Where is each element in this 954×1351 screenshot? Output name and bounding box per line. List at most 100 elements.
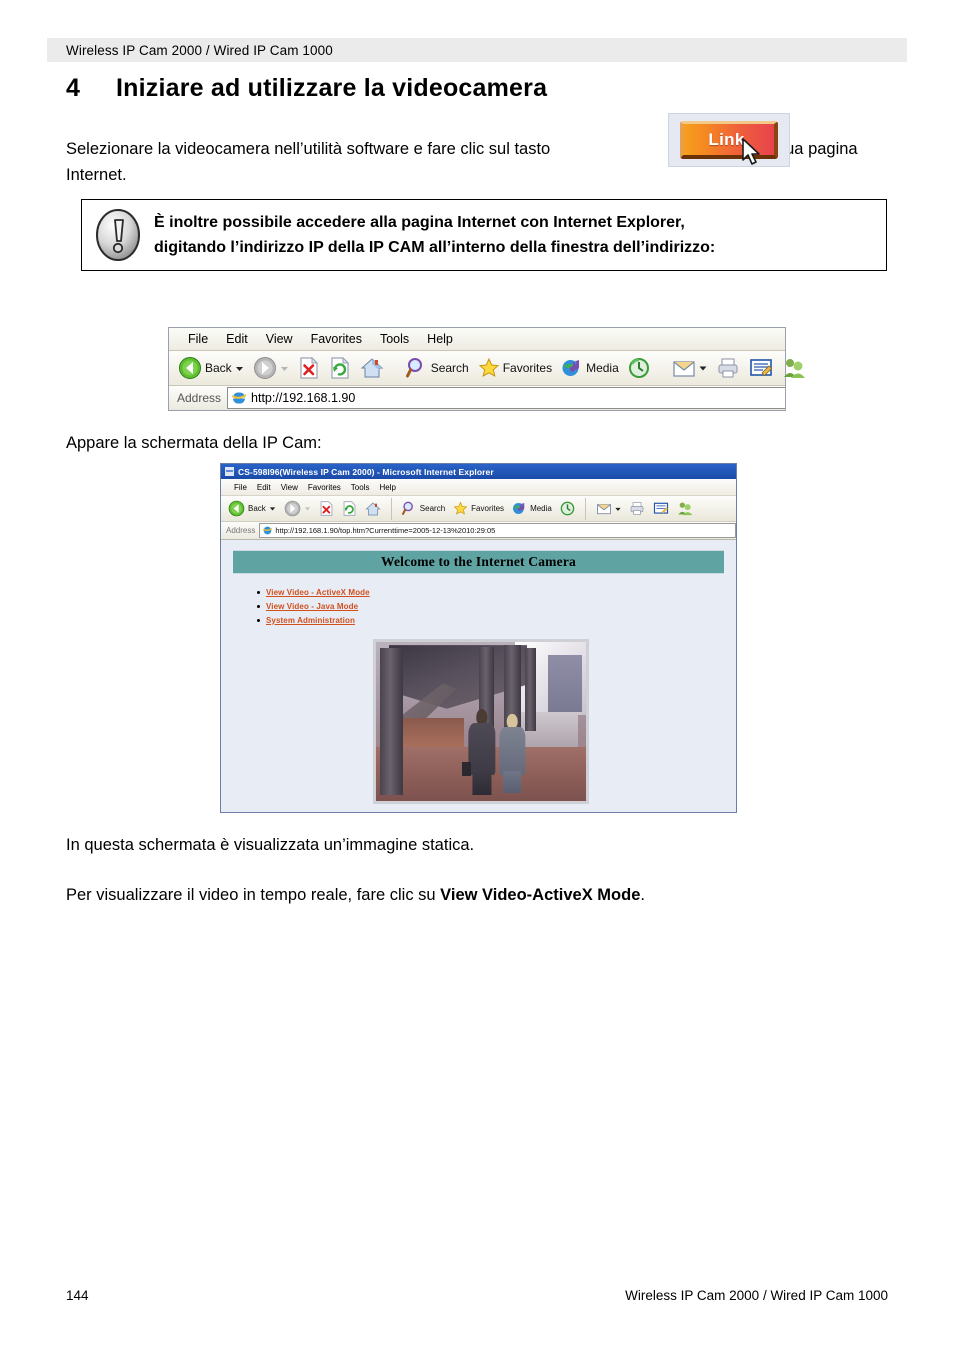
favorites-button[interactable]: Favorites (475, 354, 555, 382)
note-text: È inoltre possibile accedere alla pagina… (154, 210, 723, 260)
photo-pillar (525, 648, 536, 732)
camera-address-bar: Address http://192.168.1.90/top.htm?Curr… (221, 522, 736, 540)
forward-arrow-icon (253, 357, 276, 379)
refresh-icon (343, 501, 356, 516)
forward-button[interactable] (250, 354, 292, 382)
cam-menu-item-view[interactable]: View (276, 483, 303, 492)
link-view-video-java[interactable]: View Video - Java Mode (266, 602, 358, 611)
photo-person-body (499, 727, 526, 775)
cam-refresh-button[interactable] (339, 495, 360, 523)
link-button[interactable]: Link (680, 121, 778, 159)
stop-icon (300, 356, 318, 379)
back-button[interactable]: Back (175, 354, 247, 382)
cam-menu-item-tools[interactable]: Tools (346, 483, 375, 492)
photo-person-woman (499, 713, 526, 794)
cam-forward-button[interactable] (281, 495, 314, 523)
cam-address-value: http://192.168.1.90/top.htm?Currenttime=… (275, 526, 496, 535)
camera-snapshot-image (376, 642, 586, 801)
chapter-title: Iniziare ad utilizzare la videocamera (116, 74, 548, 102)
ie-address-bar: Address http://192.168.1.90 (169, 386, 785, 410)
ie-globe-icon (232, 391, 247, 405)
back-arrow-icon (179, 357, 201, 379)
stop-button[interactable] (295, 354, 323, 382)
media-button[interactable]: Media (558, 354, 622, 382)
link-system-administration[interactable]: System Administration (266, 616, 355, 625)
cam-address-input[interactable]: http://192.168.1.90/top.htm?Currenttime=… (259, 523, 736, 538)
link-view-video-activex[interactable]: View Video - ActiveX Mode (266, 588, 370, 597)
menu-item-view[interactable]: View (257, 332, 302, 346)
history-icon (628, 358, 649, 378)
mail-button[interactable] (669, 354, 710, 382)
cam-history-button[interactable] (557, 495, 578, 523)
ie-menubar: File Edit View Favorites Tools Help (169, 328, 785, 351)
photo-person-legs (472, 770, 492, 795)
ie-globe-icon (263, 526, 273, 535)
note-line-1: È inoltre possibile accedere alla pagina… (154, 214, 685, 231)
cam-favorites-button[interactable]: Favorites (450, 495, 507, 523)
photo-pillar (380, 648, 404, 795)
cam-menu-item-file[interactable]: File (229, 483, 252, 492)
home-button[interactable] (357, 354, 387, 382)
favorites-label: Favorites (502, 361, 553, 375)
cam-menu-item-help[interactable]: Help (374, 483, 400, 492)
cam-menu-item-edit[interactable]: Edit (252, 483, 276, 492)
photo-person-body (468, 723, 496, 775)
messenger-button[interactable] (779, 354, 809, 382)
print-button[interactable] (713, 354, 743, 382)
mouse-cursor-icon (742, 138, 760, 165)
list-item[interactable]: System Administration (257, 616, 722, 625)
search-button[interactable]: Search (403, 354, 472, 382)
edit-button[interactable] (746, 354, 776, 382)
home-icon (360, 358, 383, 378)
realtime-text-after: . (640, 886, 645, 904)
list-item[interactable]: View Video - ActiveX Mode (257, 588, 722, 597)
cam-edit-button[interactable] (650, 495, 672, 523)
list-item[interactable]: View Video - Java Mode (257, 602, 722, 611)
address-value: http://192.168.1.90 (251, 391, 356, 405)
back-label: Back (205, 361, 232, 375)
menu-item-help[interactable]: Help (418, 332, 462, 346)
camera-toolbar: Back Search Favorites Media (221, 496, 736, 522)
exclamation-warning-icon (96, 209, 140, 261)
camera-page-banner: Welcome to the Internet Camera (233, 550, 724, 574)
camera-snapshot (373, 639, 589, 804)
cam-home-button[interactable] (362, 495, 384, 523)
chevron-down-icon (699, 366, 707, 371)
menu-item-tools[interactable]: Tools (371, 332, 418, 346)
appare-paragraph: Appare la schermata della IP Cam: (66, 434, 322, 452)
cam-media-button[interactable]: Media (509, 495, 555, 523)
chevron-down-icon (269, 507, 276, 511)
cam-mail-button[interactable] (593, 495, 624, 523)
bullet-icon (257, 591, 260, 594)
cam-stop-button[interactable] (316, 495, 337, 523)
cam-menu-item-favorites[interactable]: Favorites (303, 483, 346, 492)
page-title: 4 Iniziare ad utilizzare la videocamera (66, 74, 886, 103)
print-icon (718, 358, 738, 378)
camera-menubar: File Edit View Favorites Tools Help (221, 479, 736, 496)
photo-brick-wall (392, 718, 465, 747)
print-icon (630, 502, 644, 515)
cam-toolbar-separator (390, 497, 392, 520)
media-label: Media (586, 361, 619, 375)
camera-page-banner-text: Welcome to the Internet Camera (381, 554, 576, 569)
search-icon (405, 358, 422, 378)
cam-print-button[interactable] (626, 495, 648, 523)
cam-back-button[interactable]: Back (225, 495, 279, 523)
menu-item-file[interactable]: File (179, 332, 217, 346)
address-input[interactable]: http://192.168.1.90 (227, 387, 785, 409)
realtime-paragraph: Per visualizzare il video in tempo reale… (66, 882, 645, 908)
refresh-button[interactable] (326, 354, 354, 382)
forward-arrow-icon (284, 500, 301, 517)
static-image-paragraph: In questa schermata è visualizzata un’im… (66, 836, 475, 854)
cam-messenger-button[interactable] (674, 495, 696, 523)
menu-item-edit[interactable]: Edit (217, 332, 257, 346)
media-icon (562, 360, 580, 376)
camera-page-link-list: View Video - ActiveX Mode View Video - J… (235, 588, 722, 625)
photo-person-man (462, 708, 496, 795)
refresh-icon (331, 356, 349, 379)
history-button[interactable] (625, 354, 653, 382)
cam-search-button[interactable]: Search (399, 495, 448, 523)
history-icon (560, 501, 575, 516)
menu-item-favorites[interactable]: Favorites (302, 332, 371, 346)
realtime-bold-term: View Video-ActiveX Mode (440, 886, 641, 904)
